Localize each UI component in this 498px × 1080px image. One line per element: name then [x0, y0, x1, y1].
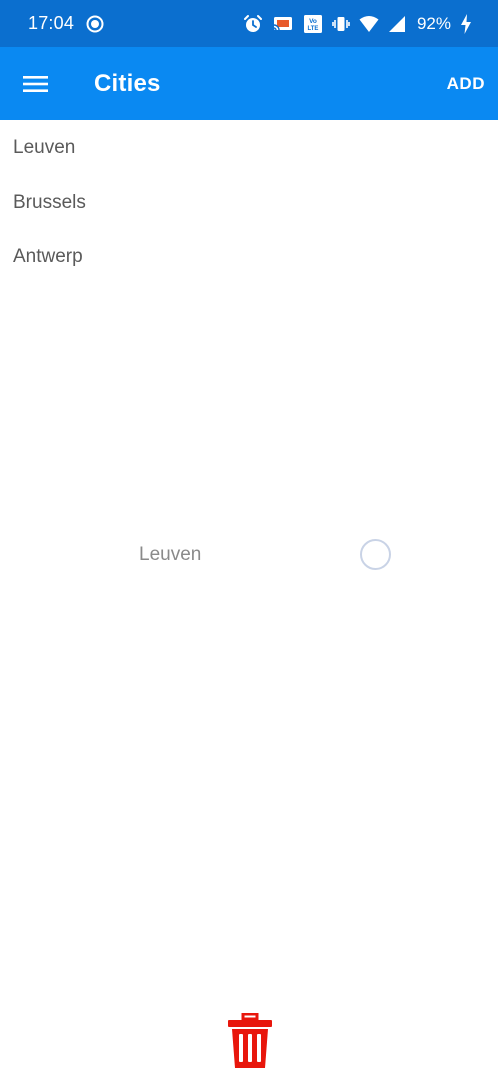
app-bar: Cities ADD: [0, 47, 498, 120]
add-button[interactable]: ADD: [437, 64, 485, 104]
battery-percentage: 92%: [416, 13, 451, 33]
charging-icon: [460, 13, 472, 34]
status-bar-right: Vo LTE 92%: [243, 13, 472, 34]
selection-radio[interactable]: [360, 539, 391, 570]
vibrate-icon: [332, 15, 350, 33]
city-list: Leuven Brussels Antwerp: [0, 120, 498, 284]
record-icon: [86, 15, 104, 33]
status-bar: 17:04 Vo LTE 92%: [0, 0, 498, 47]
page-title: Cities: [94, 69, 161, 97]
list-item[interactable]: Leuven: [0, 120, 498, 176]
list-item[interactable]: Antwerp: [0, 230, 498, 284]
app-screen: 17:04 Vo LTE 92% Cities ADD Leuven Bruss…: [0, 0, 498, 1080]
svg-text:LTE: LTE: [308, 26, 319, 32]
trash-icon: [227, 1013, 273, 1069]
status-time: 17:04: [28, 13, 75, 33]
wifi-icon: [359, 15, 379, 33]
signal-icon: [388, 15, 406, 33]
delete-button[interactable]: [226, 1012, 274, 1070]
cast-icon: [272, 15, 294, 33]
menu-button[interactable]: [11, 59, 61, 109]
selected-city-label: Leuven: [139, 544, 202, 565]
volte-icon: Vo LTE: [303, 14, 323, 34]
list-item[interactable]: Brussels: [0, 176, 498, 230]
svg-text:Vo: Vo: [309, 18, 317, 25]
alarm-icon: [243, 14, 263, 34]
status-bar-left: 17:04: [28, 13, 104, 34]
hamburger-menu-icon: [23, 74, 49, 94]
selected-city-row: Leuven: [0, 530, 498, 580]
